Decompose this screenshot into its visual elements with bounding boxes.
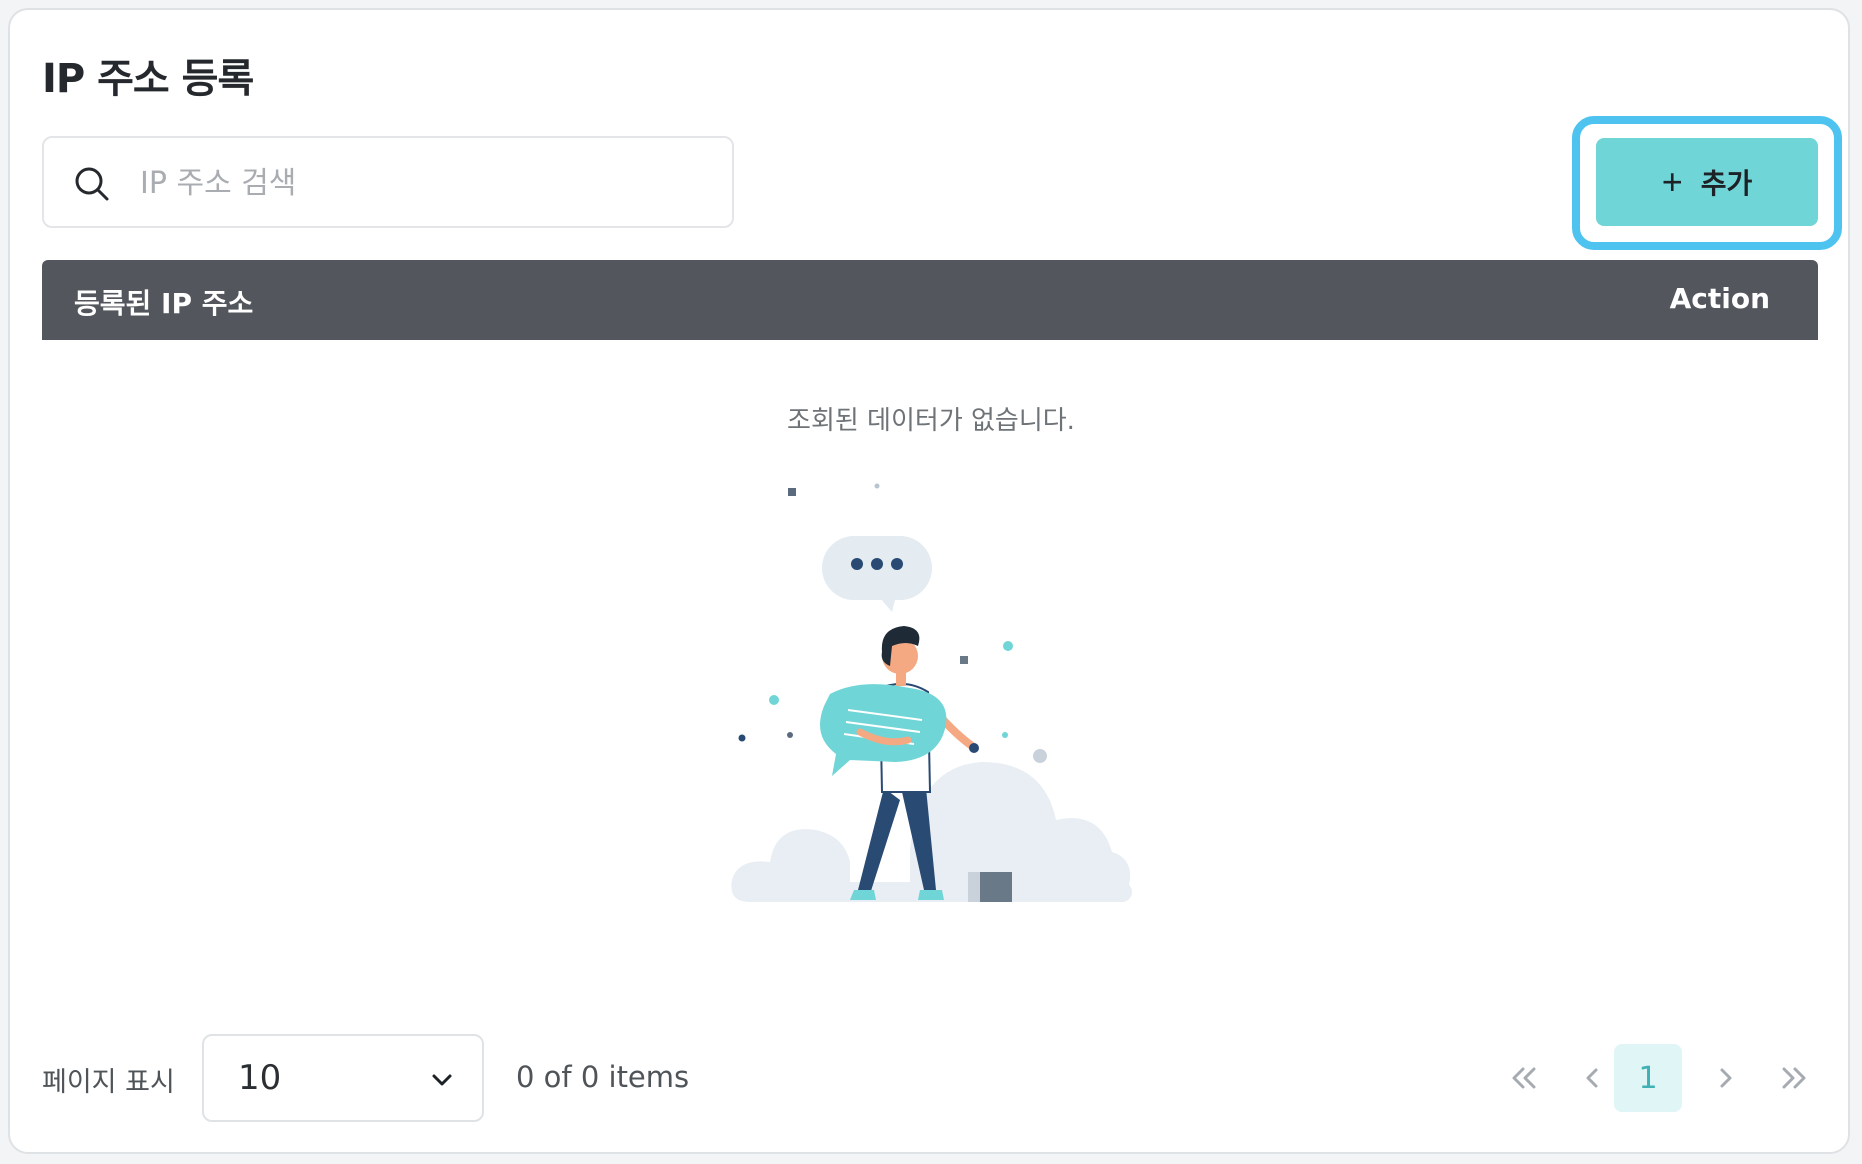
- empty-state-message: 조회된 데이터가 없습니다.: [787, 406, 1075, 436]
- add-button[interactable]: + 추가: [1596, 138, 1818, 226]
- empty-state-illustration: [731, 483, 1132, 902]
- page-title: IP 주소 등록: [42, 56, 254, 102]
- first-page-button[interactable]: [1490, 1044, 1558, 1112]
- search-icon: [75, 167, 109, 201]
- chevron-right-icon: [1720, 1068, 1732, 1088]
- add-button-label: 추가: [1700, 168, 1753, 199]
- plus-icon: +: [1661, 161, 1683, 202]
- page-size-select[interactable]: 10: [202, 1034, 484, 1122]
- search-box[interactable]: [42, 136, 734, 228]
- double-chevron-left-icon: [1512, 1067, 1536, 1089]
- chevron-down-icon: [432, 1074, 452, 1086]
- items-count: 0 of 0 items: [516, 1060, 690, 1094]
- page-size-label: 페이지 표시: [42, 1067, 175, 1098]
- page-button-current[interactable]: 1: [1614, 1044, 1682, 1112]
- last-page-button[interactable]: [1760, 1044, 1828, 1112]
- column-header-action: Action: [1669, 282, 1770, 315]
- double-chevron-right-icon: [1782, 1067, 1806, 1089]
- search-input[interactable]: [140, 156, 710, 210]
- chevron-left-icon: [1586, 1068, 1598, 1088]
- page-size-value: 10: [238, 1058, 282, 1098]
- table-header: 등록된 IP 주소 Action: [42, 260, 1818, 340]
- column-header-ip-address[interactable]: 등록된 IP 주소: [74, 282, 253, 322]
- next-page-button[interactable]: [1692, 1044, 1760, 1112]
